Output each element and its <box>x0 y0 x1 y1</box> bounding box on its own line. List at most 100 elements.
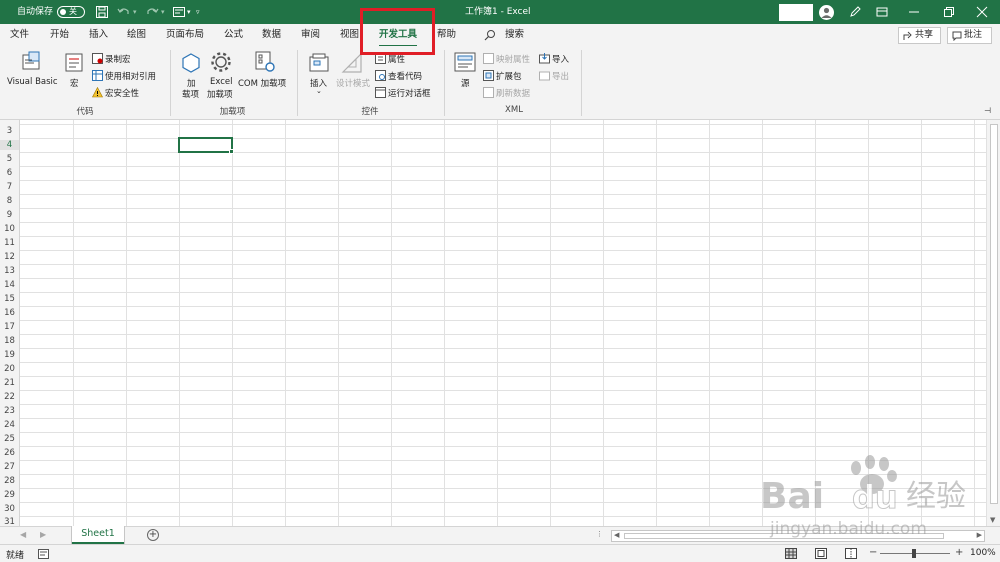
scroll-right-icon[interactable]: ▶ <box>977 531 982 539</box>
row-number[interactable]: 18 <box>0 336 19 346</box>
zoom-level[interactable]: 100% <box>970 548 996 558</box>
excel-addins-button-line1[interactable]: Excel <box>210 77 233 87</box>
sheet-tab-sheet1[interactable]: Sheet1 <box>72 526 124 544</box>
row-number[interactable]: 28 <box>0 476 19 486</box>
tab-file[interactable]: 文件 <box>10 28 29 44</box>
close-icon[interactable] <box>976 6 988 18</box>
tab-help[interactable]: 帮助 <box>437 28 456 44</box>
xml-import-button[interactable]: 导入 <box>539 53 569 65</box>
relative-refs-button[interactable]: 使用相对引用 <box>92 70 156 82</box>
expansion-packs-button[interactable]: 扩展包 <box>483 70 522 82</box>
refresh-data-button[interactable]: 刷新数据 <box>483 87 530 99</box>
share-button[interactable]: 共享 <box>898 27 941 44</box>
record-macro-button[interactable]: 录制宏 <box>92 53 131 65</box>
row-number[interactable]: 14 <box>0 280 19 290</box>
row-number[interactable]: 16 <box>0 308 19 318</box>
page-layout-view-icon[interactable] <box>815 548 827 559</box>
row-number[interactable]: 25 <box>0 434 19 444</box>
row-number[interactable]: 22 <box>0 392 19 402</box>
row-number[interactable]: 8 <box>0 196 19 206</box>
visual-basic-button[interactable]: Visual Basic <box>7 77 58 87</box>
macro-record-status-icon[interactable] <box>38 549 49 559</box>
row-number[interactable]: 3 <box>0 126 19 136</box>
normal-view-icon[interactable] <box>785 548 797 559</box>
undo-icon[interactable] <box>117 5 131 19</box>
tab-review[interactable]: 审阅 <box>301 28 320 44</box>
macro-security-button[interactable]: 宏安全性 <box>92 87 139 99</box>
search-icon[interactable] <box>484 29 496 41</box>
zoom-out-icon[interactable]: − <box>869 547 877 558</box>
redo-icon[interactable] <box>145 5 159 19</box>
tab-data[interactable]: 数据 <box>262 28 281 44</box>
minimize-icon[interactable] <box>908 6 920 18</box>
tab-formulas[interactable]: 公式 <box>224 28 243 44</box>
tab-split-handle-icon[interactable]: ⋮ <box>596 530 603 538</box>
prev-sheet-icon[interactable]: ◀ <box>20 530 26 539</box>
row-number[interactable]: 24 <box>0 420 19 430</box>
customize-qat-icon[interactable]: ▿ <box>196 0 200 24</box>
tab-home[interactable]: 开始 <box>50 28 69 44</box>
row-number[interactable]: 26 <box>0 448 19 458</box>
next-sheet-icon[interactable]: ▶ <box>40 530 46 539</box>
account-name-box[interactable] <box>779 4 813 21</box>
row-number[interactable]: 5 <box>0 154 19 164</box>
macros-button[interactable]: 宏 <box>70 77 79 89</box>
tab-search[interactable]: 搜索 <box>505 28 524 44</box>
page-break-view-icon[interactable] <box>845 548 857 559</box>
row-number[interactable]: 23 <box>0 406 19 416</box>
addins-button-line2[interactable]: 载项 <box>182 88 199 100</box>
row-number[interactable]: 29 <box>0 490 19 500</box>
row-number[interactable]: 20 <box>0 364 19 374</box>
row-number[interactable]: 6 <box>0 168 19 178</box>
vertical-scrollbar[interactable]: ▼ <box>986 120 1000 526</box>
row-number[interactable]: 12 <box>0 252 19 262</box>
horizontal-scroll-thumb[interactable] <box>624 533 944 539</box>
tab-insert[interactable]: 插入 <box>89 28 108 44</box>
pin-ribbon-icon[interactable]: ⊣ <box>984 106 991 115</box>
view-code-button[interactable]: 查看代码 <box>375 70 422 82</box>
row-number[interactable]: 13 <box>0 266 19 276</box>
row-number[interactable]: 30 <box>0 504 19 514</box>
worksheet-grid[interactable]: 3 4 5 6 7 8 9 10 11 12 13 14 15 16 17 18… <box>0 120 1000 527</box>
xml-export-button[interactable]: 导出 <box>539 70 569 82</box>
scroll-down-icon[interactable]: ▼ <box>990 516 995 524</box>
row-number[interactable]: 27 <box>0 462 19 472</box>
row-number[interactable]: 17 <box>0 322 19 332</box>
save-icon[interactable] <box>95 5 109 19</box>
autosave-toggle[interactable]: 关 <box>57 6 85 18</box>
row-number[interactable]: 21 <box>0 378 19 388</box>
ribbon-display-icon[interactable] <box>876 6 888 18</box>
redo-dropdown-icon[interactable]: ▾ <box>161 0 165 24</box>
run-dialog-button[interactable]: 运行对话框 <box>375 87 431 99</box>
row-number[interactable]: 15 <box>0 294 19 304</box>
row-number[interactable]: 10 <box>0 224 19 234</box>
fill-handle[interactable] <box>229 149 234 154</box>
horizontal-scrollbar[interactable]: ◀ ▶ <box>611 530 985 542</box>
pen-icon[interactable] <box>849 6 861 18</box>
tab-view[interactable]: 视图 <box>340 28 359 44</box>
add-sheet-button[interactable]: + <box>147 529 159 541</box>
qat-dropdown-icon[interactable]: ▾ <box>187 0 191 24</box>
undo-dropdown-icon[interactable]: ▾ <box>133 0 137 24</box>
zoom-in-icon[interactable]: + <box>955 547 963 558</box>
row-number-active[interactable]: 4 <box>0 140 19 150</box>
vertical-scroll-thumb[interactable] <box>990 124 998 504</box>
form-icon[interactable] <box>172 5 186 19</box>
avatar-icon[interactable] <box>818 4 835 21</box>
active-cell[interactable] <box>178 137 233 153</box>
tab-draw[interactable]: 绘图 <box>127 28 146 44</box>
com-addins-button[interactable]: COM 加载项 <box>238 77 286 89</box>
row-number[interactable]: 7 <box>0 182 19 192</box>
design-mode-button[interactable]: 设计模式 <box>336 77 370 89</box>
zoom-slider-thumb[interactable] <box>912 549 916 558</box>
excel-addins-button-line2[interactable]: 加载项 <box>207 88 233 100</box>
tab-page-layout[interactable]: 页面布局 <box>166 28 204 44</box>
row-number[interactable]: 11 <box>0 238 19 248</box>
xml-source-button[interactable]: 源 <box>461 77 470 89</box>
comments-button[interactable]: 批注 <box>947 27 992 44</box>
map-properties-button[interactable]: 映射属性 <box>483 53 530 65</box>
restore-icon[interactable] <box>943 6 955 18</box>
row-number[interactable]: 9 <box>0 210 19 220</box>
row-number[interactable]: 19 <box>0 350 19 360</box>
scroll-left-icon[interactable]: ◀ <box>614 531 619 539</box>
